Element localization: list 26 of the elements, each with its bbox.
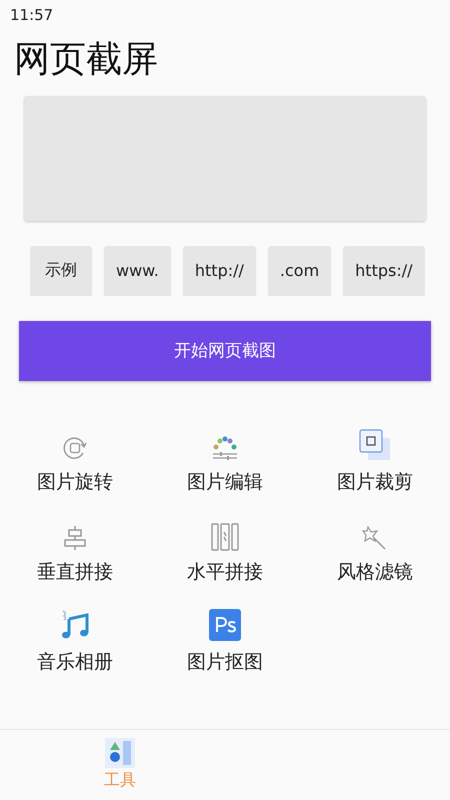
- tool-item[interactable]: 图片裁剪: [300, 422, 450, 495]
- rotate-icon: [62, 434, 88, 461]
- tools-icon: [105, 738, 135, 768]
- chip[interactable]: 示例: [30, 246, 92, 296]
- palette-icon: [212, 434, 238, 461]
- tool-item[interactable]: 水平拼接: [150, 512, 300, 585]
- chip[interactable]: http://: [182, 246, 256, 296]
- tool-item[interactable]: 音乐相册: [0, 602, 150, 675]
- start-button[interactable]: 开始网页截图: [19, 320, 431, 381]
- align-icon: [62, 524, 88, 551]
- magic-wand-icon: [362, 524, 388, 551]
- tool-item[interactable]: 图片旋转: [0, 422, 150, 495]
- crop-icon: [359, 428, 391, 461]
- status-time: 11:57: [10, 6, 54, 24]
- chip[interactable]: www.: [104, 246, 171, 296]
- chip[interactable]: .com: [268, 246, 332, 296]
- page-title: 网页截屏: [14, 40, 159, 80]
- url-input-field[interactable]: [24, 96, 426, 221]
- columns-icon: [211, 522, 239, 551]
- tool-item[interactable]: 风格滤镜: [300, 512, 450, 585]
- music-note-icon: [59, 608, 91, 641]
- tool-item[interactable]: 垂直拼接: [0, 512, 150, 585]
- chip[interactable]: https://: [343, 246, 425, 296]
- tool-item[interactable]: 图片抠图: [150, 602, 300, 675]
- tool-item[interactable]: 图片编辑: [150, 422, 300, 495]
- photoshop-icon: [209, 608, 241, 641]
